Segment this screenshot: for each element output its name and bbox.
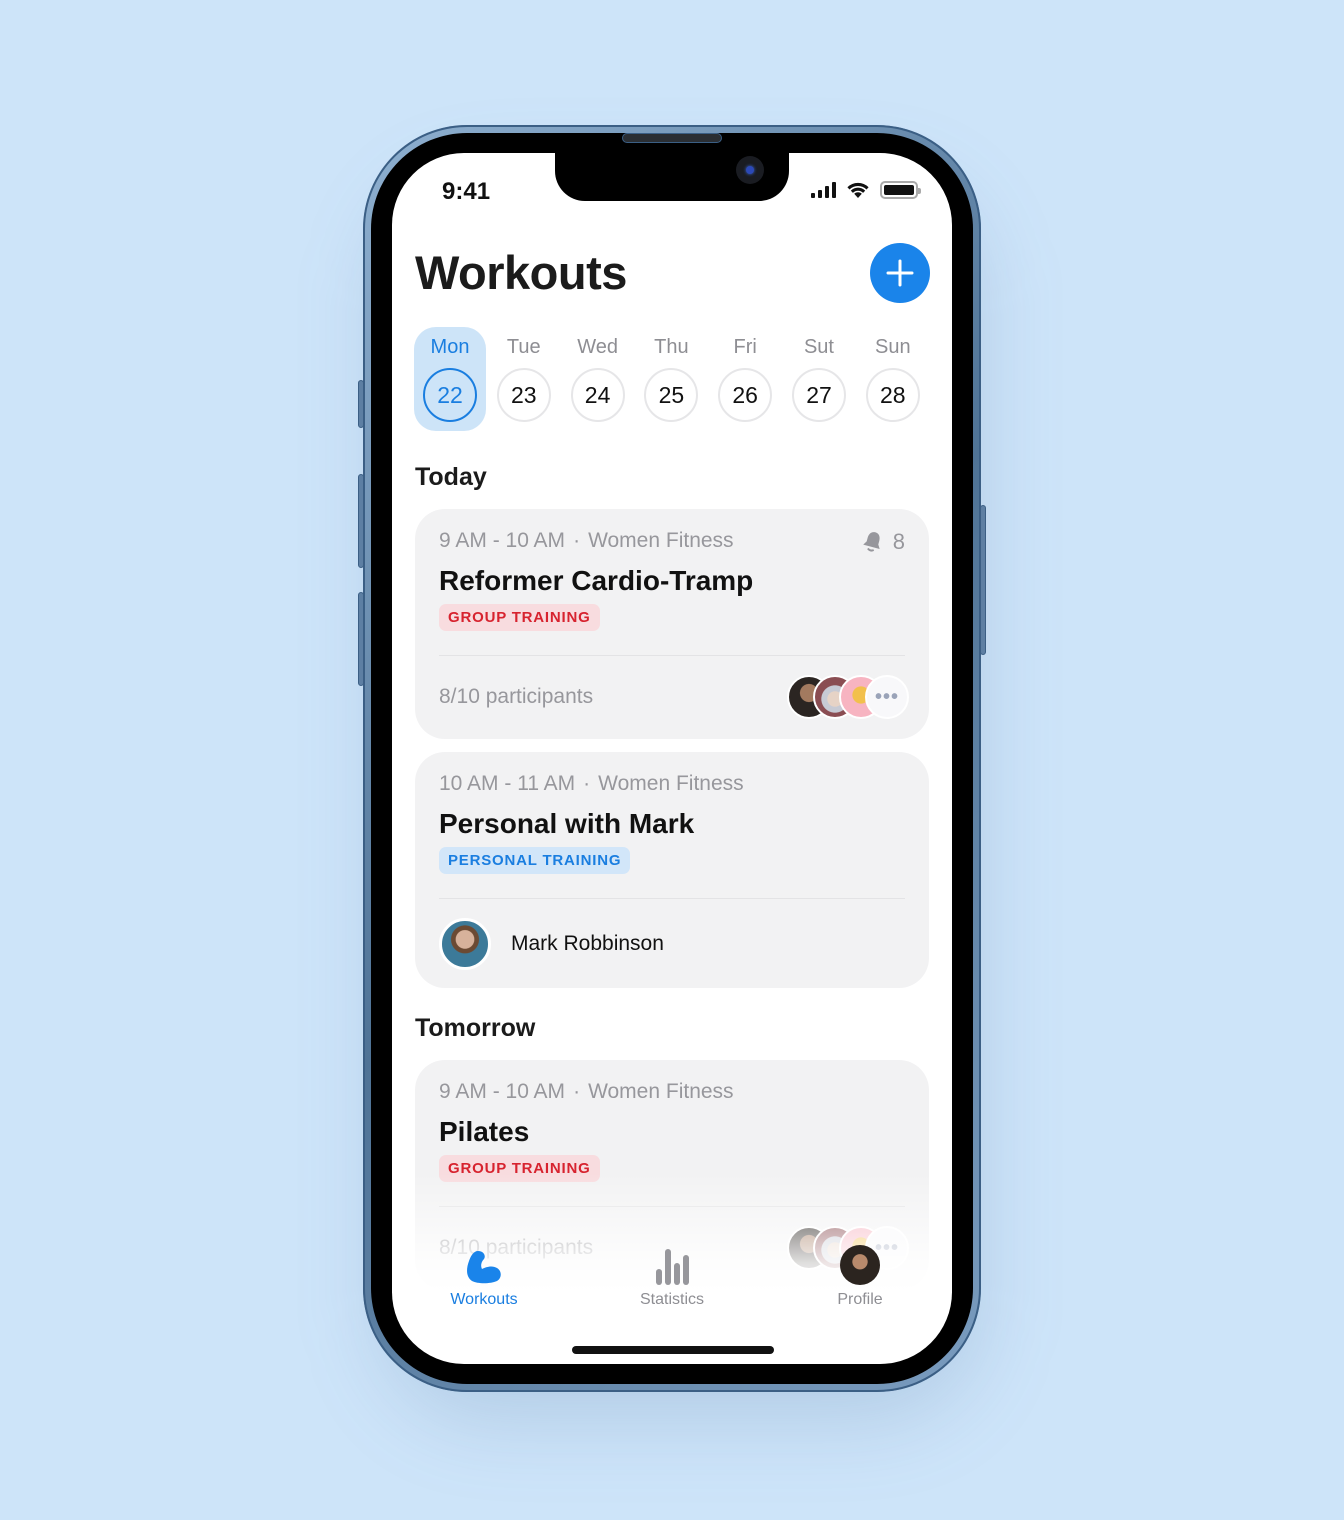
week-selector: Mon 22 Tue 23 Wed 24 Thu 25 Fri 26 Sut 2… [414,327,929,431]
power-button [980,505,986,655]
page-title: Workouts [415,246,627,299]
bell-icon [862,532,880,552]
divider [439,898,905,899]
tab-workouts[interactable]: Workouts [424,1245,544,1309]
day-wed[interactable]: Wed 24 [562,327,634,431]
add-workout-button[interactable] [870,243,930,303]
card-meta: 9 AM - 10 AM · Women Fitness [439,1080,734,1104]
workout-title: Reformer Cardio-Tramp [439,565,754,596]
workout-title: Personal with Mark [439,808,695,839]
plus-icon [886,259,914,287]
day-label: Tue [506,336,541,358]
notch [555,153,789,201]
tab-profile[interactable]: Profile [800,1245,920,1309]
separator: · [573,529,581,552]
more-participants-icon[interactable]: ••• [865,675,909,719]
home-indicator[interactable] [572,1346,774,1354]
workout-category: Women Fitness [588,529,734,552]
day-date: 28 [865,368,920,422]
wifi-icon [847,182,869,198]
tab-label: Statistics [639,1291,704,1308]
day-label: Sut [803,336,834,358]
flexed-bicep-icon [467,1251,501,1284]
day-date: 25 [644,368,699,422]
divider [439,655,905,656]
day-label: Thu [654,336,689,358]
earpiece-speaker [622,133,722,143]
notification-count[interactable]: 8 [862,529,905,555]
card-meta: 10 AM - 11 AM · Women Fitness [439,772,744,796]
personal-training-tag: PERSONAL TRAINING [439,847,631,874]
workout-category: Women Fitness [598,772,744,795]
trainer-avatar [439,918,491,970]
status-icons [811,181,921,199]
day-label: Mon [430,336,470,358]
workout-time: 9 AM - 10 AM [439,529,566,552]
tab-label: Profile [837,1291,883,1308]
day-date: 27 [791,368,846,422]
tab-bar: Workouts Statistics Profile [392,1245,952,1315]
day-fri[interactable]: Fri 26 [709,327,781,431]
group-training-tag: GROUP TRAINING [439,604,600,631]
day-date: 23 [496,368,551,422]
section-tomorrow: Tomorrow [415,1014,536,1042]
day-thu[interactable]: Thu 25 [635,327,707,431]
action-button [358,380,364,428]
trainer-name: Mark Robbinson [511,932,664,955]
participant-avatars[interactable]: ••• [787,675,909,719]
day-mon[interactable]: Mon 22 [414,327,486,431]
status-time: 9:41 [442,178,491,205]
day-date: 24 [570,368,625,422]
workout-time: 9 AM - 10 AM [439,1080,566,1103]
day-label: Fri [733,336,757,358]
workout-card[interactable]: 9 AM - 10 AM · Women Fitness 8 Reformer Ca… [415,509,929,739]
avatar [840,1245,880,1285]
volume-down-button [358,592,364,686]
participants-count: 8/10 participants [439,685,594,708]
workout-category: Women Fitness [588,1080,734,1103]
day-sat[interactable]: Sut 27 [783,327,855,431]
day-tue[interactable]: Tue 23 [488,327,560,431]
battery-icon [880,181,921,199]
day-label: Wed [577,336,618,358]
day-date: 22 [423,368,477,422]
workout-time: 10 AM - 11 AM [439,772,576,795]
day-label: Sun [874,336,911,358]
cellular-signal-icon [811,182,836,198]
notification-count-value: 8 [892,529,905,554]
workout-card[interactable]: 10 AM - 11 AM · Women Fitness Personal wit… [415,752,929,988]
workout-title: Pilates [439,1116,530,1147]
tab-statistics[interactable]: Statistics [612,1245,732,1309]
volume-up-button [358,474,364,568]
front-camera [736,156,764,184]
bar-chart-icon [656,1249,689,1285]
section-today: Today [415,463,487,491]
trainer[interactable]: Mark Robbinson [439,918,664,970]
separator: · [583,772,591,795]
separator: · [573,1080,581,1103]
phone-screen: 9:41 Workouts Mon 22 Tue 23 Wed 24 Thu 2… [392,153,952,1364]
tab-label: Workouts [450,1291,518,1308]
card-meta: 9 AM - 10 AM · Women Fitness [439,529,734,553]
day-date: 26 [718,368,773,422]
day-sun[interactable]: Sun 28 [857,327,929,431]
